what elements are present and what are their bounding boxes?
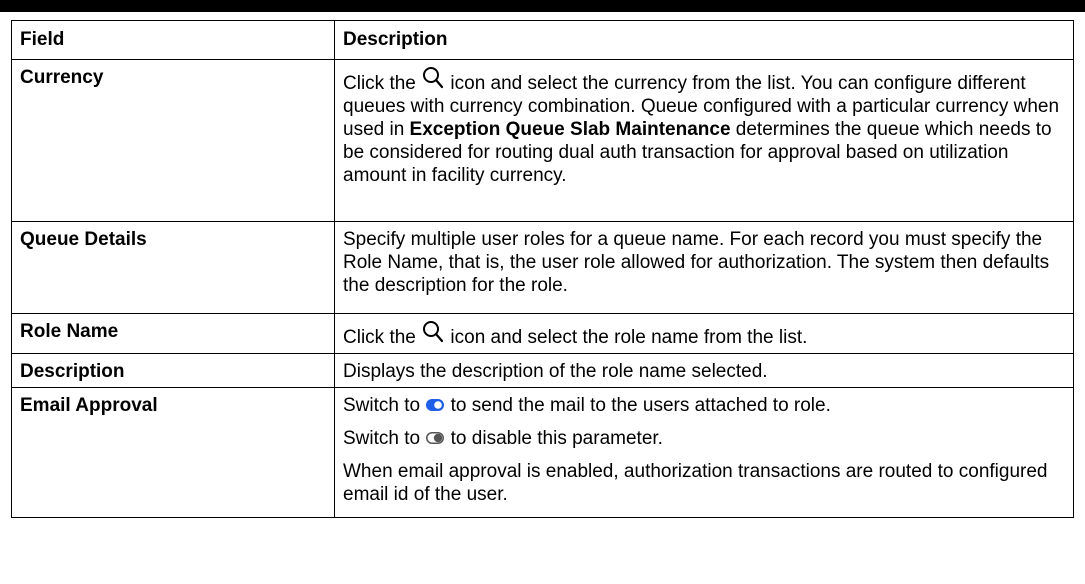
field-name: Currency [11, 59, 335, 222]
description-paragraph: Switch to to disable this parameter. [343, 427, 1066, 450]
field-name: Queue Details [11, 221, 335, 314]
description-text: Switch to [343, 395, 421, 416]
toggle-on-icon [426, 399, 445, 411]
description-text: to send the mail to the users attached t… [445, 395, 831, 416]
description-text: Switch to [343, 428, 421, 449]
column-header-field: Field [11, 20, 335, 60]
description-text: Click the [343, 73, 416, 94]
table-row: Role Name Click the icon and select the … [11, 313, 1074, 354]
toggle-off-icon [426, 432, 445, 444]
table-row: Queue Details Specify multiple user role… [11, 221, 1074, 314]
field-name: Email Approval [11, 387, 335, 518]
field-description: Switch to to send the mail to the users … [334, 387, 1074, 518]
field-description: Specify multiple user roles for a queue … [334, 221, 1074, 314]
field-description: Click the icon and select the currency f… [334, 59, 1074, 222]
description-text: Click the [343, 327, 416, 348]
column-header-description: Description [334, 20, 1074, 60]
field-description-table: Field Description Currency Click the ico… [11, 20, 1074, 518]
description-paragraph: When email approval is enabled, authoriz… [343, 461, 1048, 505]
field-description: Displays the description of the role nam… [334, 353, 1074, 388]
top-rule [0, 0, 1085, 12]
search-icon [423, 321, 444, 343]
field-name: Role Name [11, 313, 335, 354]
table-header-row: Field Description [11, 20, 1074, 60]
field-name: Description [11, 353, 335, 388]
table-row: Currency Click the icon and select the c… [11, 59, 1074, 222]
description-text: to disable this parameter. [445, 428, 663, 449]
search-icon [423, 67, 444, 89]
field-description: Click the icon and select the role name … [334, 313, 1074, 354]
description-paragraph: Switch to to send the mail to the users … [343, 394, 1066, 417]
table-row: Email Approval Switch to to send the mai… [11, 387, 1074, 518]
table-row: Description Displays the description of … [11, 353, 1074, 388]
description-text: icon and select the role name from the l… [445, 327, 808, 348]
description-bold-text: Exception Queue Slab Maintenance [409, 119, 731, 140]
